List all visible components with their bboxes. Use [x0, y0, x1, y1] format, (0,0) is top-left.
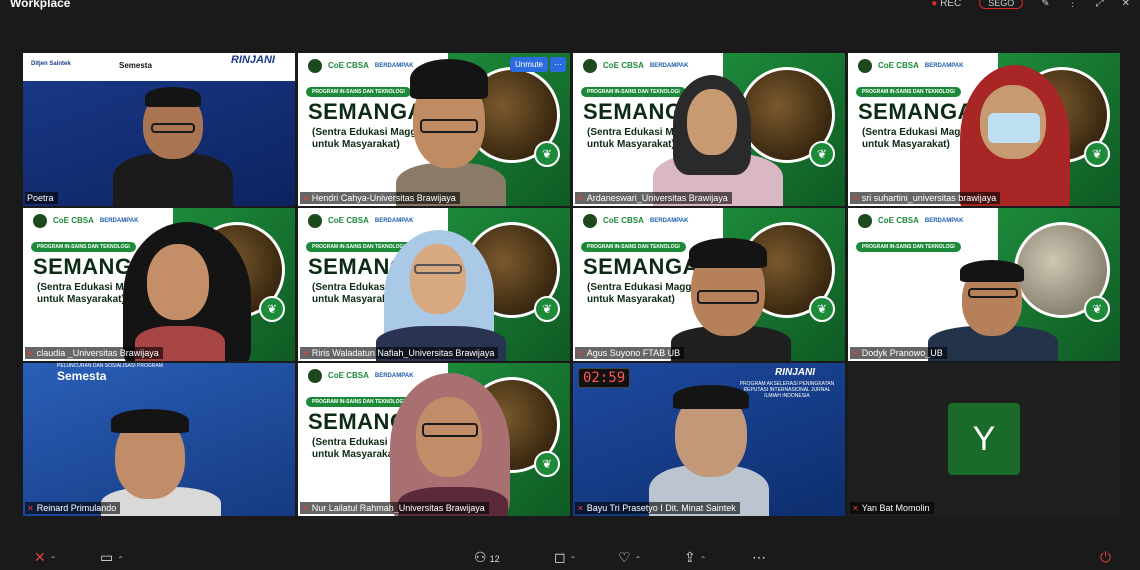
participant-name-label: ✕ Dodyk Pranowo_UB [850, 347, 947, 359]
mic-off-icon: ✕ [852, 348, 859, 358]
mic-off-icon: ✕ [302, 503, 309, 513]
more-options-button[interactable]: ⋯ [550, 57, 566, 72]
video-tile[interactable]: ❦ CoE CBSA BERDAMPAK PROGRAM IN-SAINS DAN… [848, 208, 1120, 361]
participant-name-label: ✕ claudia _Universitas Brawijaya [25, 347, 163, 359]
avatar: Y [948, 403, 1020, 475]
close-icon[interactable]: ✕ [1122, 0, 1130, 9]
participant-name-label: ✕ Nur Lailatul Rahmah_Universitas Brawija… [300, 502, 489, 514]
top-bar: Workplace ● REC SEGO ✎ ⋮ ⤢ ✕ [0, 0, 1140, 14]
video-tile[interactable]: ❦ CoE CBSA BERDAMPAK PROGRAM IN-SAINS DAN… [573, 53, 845, 206]
semesta-logo: Semesta [57, 369, 107, 383]
video-tile[interactable]: RINJANI PROGRAM AKSELERASI PENINGKATAN R… [573, 363, 845, 516]
bottom-toolbar: ✕ ⌃ ▭ ⌃ ⚇ 12 ◻ ⌃ ♡ ⌃ ⇪ ⌃ ⋯ ⏻ [0, 545, 1140, 570]
mic-off-icon: ✕ [577, 193, 584, 203]
expand-icon[interactable]: ⤢ [1096, 0, 1104, 9]
video-tile[interactable]: ❦ CoE CBSA BERDAMPAK PROGRAM IN-SAINS DAN… [298, 53, 570, 206]
mic-off-icon: ✕ [27, 503, 34, 513]
participant-name-label: ✕ Bayu Tri Prasetyo I Dit. Minat Saintek [575, 502, 740, 514]
more-icon[interactable]: ⋮ [1068, 0, 1078, 9]
face-mask [988, 113, 1040, 143]
app-title: Workplace [10, 0, 71, 10]
video-tile[interactable]: ❦ CoE CBSA BERDAMPAK PROGRAM IN-SAINS DAN… [298, 363, 570, 516]
video-tile[interactable]: Y ✕ Yan Bat Momolin [848, 363, 1120, 516]
participants-button[interactable]: ⚇ 12 [474, 549, 500, 566]
video-tile[interactable]: ❦ CoE CBSA BERDAMPAK PROGRAM IN-SAINS DAN… [298, 208, 570, 361]
leave-button[interactable]: ⏻ [1100, 549, 1111, 566]
video-tile[interactable]: ❦ CoE CBSA BERDAMPAK PROGRAM IN-SAINS DAN… [23, 208, 295, 361]
share-screen-button[interactable]: ⇪ ⌃ [684, 549, 706, 566]
mic-off-icon: ✕ [27, 348, 34, 358]
rinjani-logo: RINJANI [774, 367, 815, 378]
video-tile[interactable]: ❦ CoE CBSA BERDAMPAK PROGRAM IN-SAINS DAN… [573, 208, 845, 361]
mic-off-icon: ✕ [302, 193, 309, 203]
participant-name-label: ✕ sri suhartini_universitas brawijaya [850, 192, 1001, 204]
mic-off-icon: ✕ [302, 348, 309, 358]
participant-name-label: ✕ Reinard Primulando [25, 502, 121, 514]
mic-off-icon: ✕ [577, 503, 584, 513]
mic-muted-button[interactable]: ✕ ⌃ [34, 549, 56, 566]
video-tile[interactable]: PELUNCURAN DAN SOSIALISASI PROGRAM Semes… [23, 363, 295, 516]
top-icons: ● REC SEGO ✎ ⋮ ⤢ ✕ [931, 0, 1130, 9]
video-tile[interactable]: Ditjen Saintek Semesta RINJANI Poetra [23, 53, 295, 206]
participant-name-label: ✕ Hendri Cahya-Universitas Brawijaya [300, 192, 460, 204]
rec-indicator[interactable]: ● REC [931, 0, 961, 9]
mic-off-icon: ✕ [852, 193, 859, 203]
participant-name-label: ✕ Riris Waladatun Nafiah_Universitas Braw… [300, 347, 499, 359]
timer-display: 02:59 [578, 368, 631, 388]
video-grid: Ditjen Saintek Semesta RINJANI Poetra ❦ … [23, 53, 1121, 517]
pen-icon[interactable]: ✎ [1041, 0, 1049, 9]
mic-off-icon: ✕ [577, 348, 584, 358]
mic-off-icon: ✕ [852, 503, 859, 513]
participant-name-label: ✕ Yan Bat Momolin [850, 502, 934, 514]
reactions-button[interactable]: ♡ ⌃ [618, 549, 641, 566]
more-button[interactable]: ⋯ [752, 549, 766, 566]
user-pill[interactable]: SEGO [979, 0, 1024, 9]
rinjani-logo: RINJANI [230, 54, 275, 66]
participant-name-label: ✕ Ardaneswari_Universitas Brawijaya [575, 192, 732, 204]
banner: Ditjen Saintek Semesta RINJANI [23, 53, 295, 81]
video-tile[interactable]: ❦ CoE CBSA BERDAMPAK PROGRAM IN-SAINS DAN… [848, 53, 1120, 206]
unmute-button[interactable]: Unmute [509, 57, 548, 72]
chat-button[interactable]: ◻ ⌃ [554, 549, 576, 566]
video-button[interactable]: ▭ ⌃ [100, 549, 124, 566]
participant-name-label: ✕ Agus Suyono FTAB UB [575, 347, 685, 359]
participant-name-label: Poetra [25, 192, 58, 204]
